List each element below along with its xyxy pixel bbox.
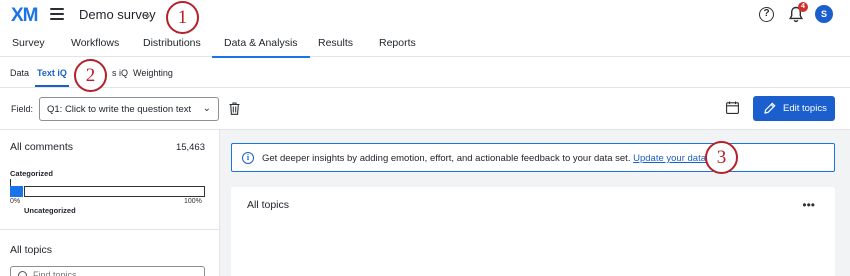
annotation-step-2: 2: [74, 59, 107, 92]
top-bar: XM Demo survey ⌄ ? 4 S: [0, 0, 850, 30]
help-icon[interactable]: ?: [759, 7, 774, 22]
xm-logo[interactable]: XM: [11, 5, 38, 27]
info-icon: i: [242, 152, 254, 164]
pencil-icon: [764, 102, 776, 114]
bar-marker: [10, 179, 11, 186]
all-topics-heading: All topics: [10, 244, 53, 256]
bar-scale-min: 0%: [10, 198, 21, 205]
categorized-label: Categorized: [10, 169, 53, 178]
tab-data-analysis[interactable]: Data & Analysis: [212, 37, 310, 58]
tab-reports[interactable]: Reports: [379, 37, 416, 49]
notification-badge: 4: [798, 2, 808, 12]
avatar[interactable]: S: [815, 5, 833, 23]
banner-message: Get deeper insights by adding emotion, e…: [262, 153, 722, 164]
annotation-step-3: 3: [705, 141, 738, 174]
tab-distributions[interactable]: Distributions: [143, 37, 201, 49]
categorized-progress-bar: [10, 179, 205, 197]
uncategorized-label: Uncategorized: [24, 206, 76, 215]
trash-icon[interactable]: [229, 102, 240, 115]
subtab-stats-iq[interactable]: s iQ: [112, 68, 128, 78]
subtab-text-iq[interactable]: Text iQ: [35, 68, 69, 87]
bar-scale-max: 100%: [184, 198, 202, 205]
all-comments-label: All comments: [10, 141, 74, 153]
calendar-icon[interactable]: [726, 101, 739, 114]
all-comments-count: 15,463: [175, 142, 205, 153]
topics-card: All topics •••: [231, 187, 835, 276]
topic-search-box[interactable]: [10, 266, 205, 276]
subtab-weighting[interactable]: Weighting: [133, 68, 173, 78]
divider: [0, 229, 219, 230]
more-options-icon[interactable]: •••: [802, 199, 815, 211]
main-nav: Survey Workflows Distributions Data & An…: [0, 30, 850, 58]
edit-topics-button[interactable]: Edit topics: [753, 96, 835, 121]
bar-fill: [10, 186, 23, 197]
main-content: i Get deeper insights by adding emotion,…: [220, 130, 850, 276]
tab-workflows[interactable]: Workflows: [71, 37, 119, 49]
tab-survey[interactable]: Survey: [12, 37, 45, 49]
left-sidebar: All comments 15,463 Categorized 0% 100% …: [0, 130, 220, 276]
field-dropdown-value: Q1: Click to write the question text: [47, 104, 192, 115]
subtab-data[interactable]: Data: [10, 68, 29, 78]
annotation-step-1: 1: [166, 1, 199, 34]
menu-icon[interactable]: [50, 8, 64, 20]
card-title: All topics: [247, 199, 290, 211]
field-label: Field:: [11, 104, 34, 114]
chevron-down-icon[interactable]: ⌄: [143, 8, 152, 21]
field-dropdown[interactable]: Q1: Click to write the question text ⌄: [39, 97, 219, 121]
tab-results[interactable]: Results: [318, 37, 353, 49]
bar-track: [24, 186, 205, 197]
edit-topics-label: Edit topics: [783, 103, 827, 114]
search-icon: [18, 271, 27, 276]
info-banner: i Get deeper insights by adding emotion,…: [231, 143, 835, 172]
chevron-down-icon: ⌄: [202, 103, 211, 114]
sub-nav: Data Text iQ s iQ Weighting: [0, 57, 850, 88]
field-toolbar: Field: Q1: Click to write the question t…: [0, 88, 850, 130]
topic-search-input[interactable]: [33, 270, 193, 276]
